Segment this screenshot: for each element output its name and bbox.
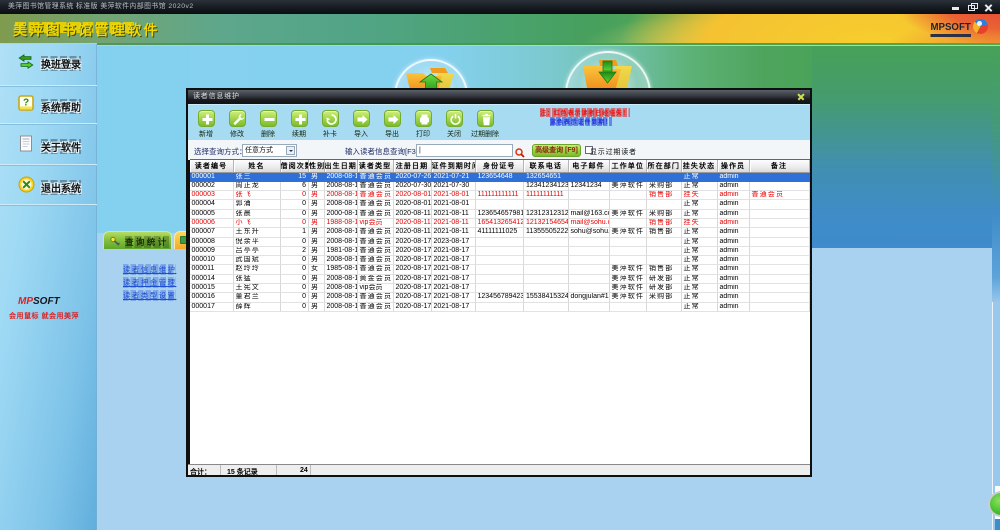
svg-text:?: ? [23, 98, 29, 109]
